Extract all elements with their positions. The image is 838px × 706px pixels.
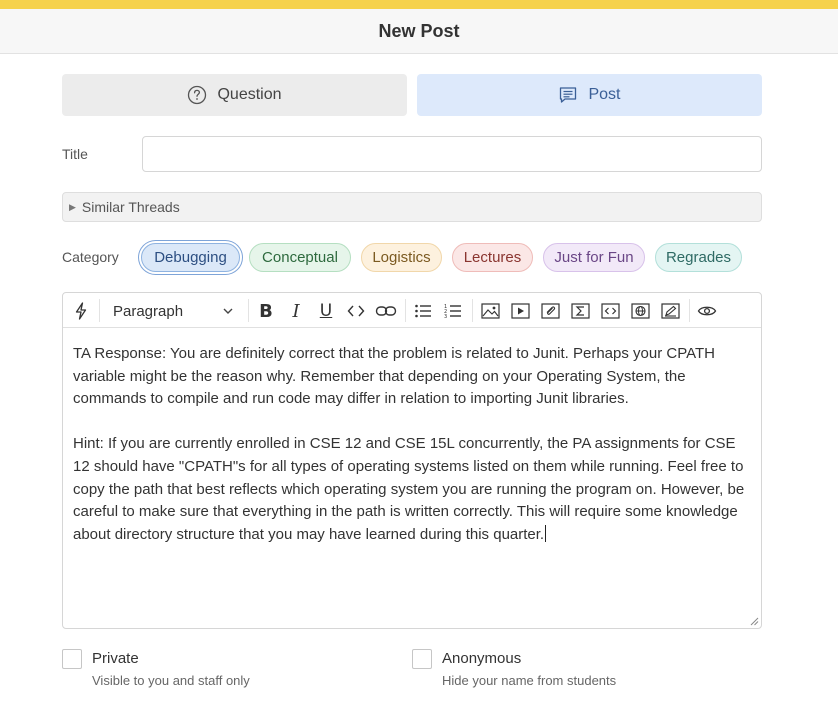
bullet-list-icon[interactable]: [412, 300, 434, 322]
code-block-icon[interactable]: [599, 300, 621, 322]
attachment-icon[interactable]: [539, 300, 561, 322]
draw-icon[interactable]: [659, 300, 681, 322]
similar-threads-label: Similar Threads: [81, 199, 180, 215]
private-description: Visible to you and staff only: [92, 673, 250, 688]
toolbar-divider: [405, 299, 406, 322]
question-type-label: Question: [217, 86, 282, 103]
link-icon[interactable]: [374, 300, 398, 322]
anonymous-option: Anonymous Hide your name from students: [412, 649, 616, 688]
title-label: Title: [62, 146, 88, 162]
private-option: Private Visible to you and staff only: [62, 649, 250, 688]
top-banner-strip: [0, 0, 838, 9]
post-type-label: Post: [588, 86, 621, 103]
block-format-value: Paragraph: [113, 302, 184, 320]
toolbar-divider: [99, 299, 100, 322]
anonymous-checkbox[interactable]: [412, 649, 432, 669]
image-icon[interactable]: [479, 300, 501, 322]
toolbar-divider: [248, 299, 249, 322]
category-chip-conceptual[interactable]: Conceptual: [249, 243, 351, 272]
editor-toolbar: Paragraph B I U 123: [63, 293, 761, 328]
page-header: New Post: [0, 9, 838, 54]
toolbar-divider: [689, 299, 690, 322]
block-format-select[interactable]: Paragraph: [101, 298, 243, 324]
math-icon[interactable]: [569, 300, 591, 322]
underline-icon[interactable]: U: [315, 300, 337, 322]
editor-paragraph: TA Response: You are definitely correct …: [73, 345, 715, 408]
italic-icon[interactable]: I: [285, 300, 307, 322]
lightning-icon[interactable]: [70, 300, 92, 322]
chevron-down-icon: [223, 308, 233, 314]
post-type-button[interactable]: Post: [417, 74, 762, 116]
category-chip-logistics[interactable]: Logistics: [361, 243, 442, 272]
text-caret: [545, 524, 547, 542]
category-chip-regrades[interactable]: Regrades: [655, 243, 742, 272]
video-icon[interactable]: [509, 300, 531, 322]
expand-triangle-icon: ▶: [69, 201, 76, 212]
question-type-button[interactable]: Question: [62, 74, 407, 116]
preview-icon[interactable]: [696, 300, 718, 322]
editor-paragraph-with-caret: Hint: If you are currently enrolled in C…: [73, 433, 755, 546]
editor-content[interactable]: TA Response: You are definitely correct …: [73, 343, 755, 546]
similar-threads-toggle[interactable]: ▶ Similar Threads: [62, 192, 762, 222]
toolbar-divider: [472, 299, 473, 322]
post-editor: Paragraph B I U 123 TA Response: You are…: [62, 292, 762, 629]
category-chip-lectures[interactable]: Lectures: [452, 243, 533, 272]
code-icon[interactable]: [345, 300, 367, 322]
page-title: New Post: [378, 21, 460, 41]
private-label: Private: [92, 650, 139, 667]
category-label: Category: [62, 249, 119, 265]
anonymous-label: Anonymous: [442, 650, 522, 667]
svg-text:3: 3: [444, 314, 447, 319]
question-circle-icon: [188, 85, 207, 105]
web-embed-icon[interactable]: [629, 300, 651, 322]
editor-paragraph: Hint: If you are currently enrolled in C…: [73, 435, 745, 543]
private-checkbox[interactable]: [62, 649, 82, 669]
category-chip-just-for-fun[interactable]: Just for Fun: [543, 243, 645, 272]
title-input[interactable]: [142, 136, 762, 172]
bold-icon[interactable]: B: [255, 300, 277, 322]
numbered-list-icon[interactable]: 123: [442, 300, 464, 322]
anonymous-description: Hide your name from students: [442, 673, 617, 688]
post-message-icon: [560, 87, 577, 103]
category-chip-debugging[interactable]: Debugging: [141, 243, 240, 272]
resize-handle-icon[interactable]: [750, 617, 759, 626]
